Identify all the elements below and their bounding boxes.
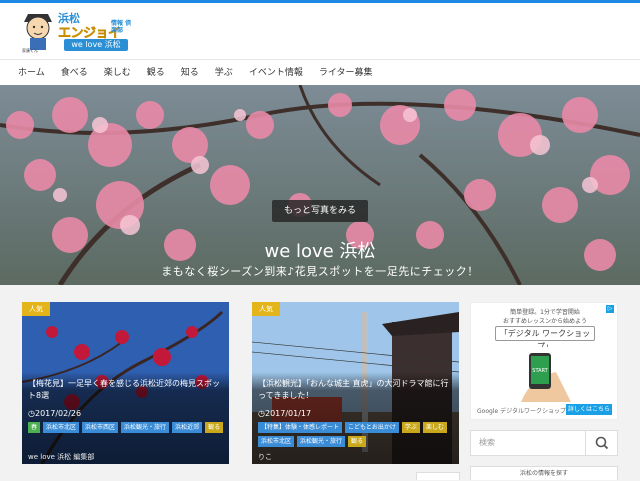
tag-link[interactable]: 浜松観光・旅行 bbox=[297, 436, 346, 447]
tag-list: 【特集】体験・体感レポート こどもとお出かけ 学ぶ 楽しむ 浜松市北区 浜松観光… bbox=[258, 422, 456, 447]
hero-banner: we love 浜松 まもなく桜シーズン到来♪花見スポットを一足先にチェック！ bbox=[0, 85, 640, 285]
tag-link[interactable]: 浜松市北区 bbox=[258, 436, 295, 447]
tag-link[interactable]: 浜松近郊 bbox=[172, 422, 203, 433]
site-logo[interactable]: 家康くん 浜松 エンジョイ 情報 倶楽部 we love 浜松 bbox=[18, 8, 133, 54]
tag-link[interactable]: こどもとお出かけ bbox=[345, 422, 399, 433]
search-box: 検索 bbox=[470, 430, 618, 456]
tag-link[interactable]: 浜松市西区 bbox=[82, 422, 119, 433]
site-header: 家康くん 浜松 エンジョイ 情報 倶楽部 we love 浜松 bbox=[0, 3, 640, 59]
ad-line-1: 簡単登録。1分で学習開始 bbox=[510, 309, 580, 316]
ad-detail-button[interactable]: 詳しくはこちら bbox=[566, 404, 612, 415]
article-title[interactable]: 【梅花見】一足早く春を感じる浜松近郊の梅見スポット8選 bbox=[28, 378, 224, 402]
sidebar-ad[interactable]: ▷ 簡単登録。1分で学習開始 おすすめレッスンから始めよう 「デジタル ワークシ… bbox=[470, 302, 618, 420]
clock-icon: ◷ bbox=[258, 409, 265, 418]
tag-link[interactable]: 浜松市北区 bbox=[43, 422, 80, 433]
tag-link[interactable]: 学ぶ bbox=[401, 422, 420, 433]
ad-title-button[interactable]: 「デジタル ワークショップ」 bbox=[495, 326, 595, 351]
mascot-logo-icon: 家康くん bbox=[22, 14, 52, 53]
article-date: ◷2017/02/26 bbox=[28, 409, 81, 418]
nav-item-know[interactable]: 知る bbox=[181, 60, 199, 86]
article-author: we love 浜松 編集部 bbox=[28, 453, 95, 461]
svg-text:家康くん: 家康くん bbox=[22, 47, 38, 53]
article-title[interactable]: 【浜松観光】「おんな城主 直虎」の大河ドラマ館に行ってきました！ bbox=[258, 378, 454, 402]
ad-phone-text: START bbox=[532, 368, 548, 374]
article-date-value: 2017/01/17 bbox=[264, 409, 312, 418]
article-author: りこ bbox=[258, 453, 272, 461]
search-icon bbox=[595, 436, 609, 450]
nav-item-eat[interactable]: 食べる bbox=[61, 60, 88, 86]
phone-hand-illustration-icon: START bbox=[511, 347, 581, 402]
nav-item-learn[interactable]: 学ぶ bbox=[215, 60, 233, 86]
nav-item-see[interactable]: 観る bbox=[147, 60, 165, 86]
article-date: ◷2017/01/17 bbox=[258, 409, 311, 418]
tag-link[interactable]: 観る bbox=[348, 436, 367, 447]
popular-badge: 人気 bbox=[252, 302, 280, 316]
hero-title: we love 浜松 bbox=[264, 241, 376, 262]
ad-line-2: おすすめレッスンから始めよう bbox=[502, 318, 587, 325]
article-card[interactable]: 人気 【浜松観光】「おんな城主 直虎」の大河ドラマ館に行ってきました！ ◷201… bbox=[252, 302, 459, 464]
nav-item-home[interactable]: ホーム bbox=[18, 60, 45, 86]
popular-badge: 人気 bbox=[22, 302, 50, 316]
nav-item-writers[interactable]: ライター募集 bbox=[319, 60, 373, 86]
ad-advertiser: Google デジタルワークショップ bbox=[477, 408, 566, 415]
logo-tagline: we love 浜松 bbox=[64, 39, 128, 51]
tag-link[interactable]: 春 bbox=[28, 422, 41, 433]
nav-item-enjoy[interactable]: 楽しむ bbox=[104, 60, 131, 86]
nav-item-events[interactable]: イベント情報 bbox=[249, 60, 303, 86]
main-nav: ホーム 食べる 楽しむ 観る 知る 学ぶ イベント情報 ライター募集 bbox=[0, 59, 640, 85]
tag-link[interactable]: 楽しむ bbox=[422, 422, 447, 433]
more-photos-button[interactable]: もっと写真をみる bbox=[272, 200, 368, 222]
tag-link[interactable]: 観る bbox=[205, 422, 224, 433]
search-button[interactable] bbox=[585, 431, 617, 455]
article-card[interactable]: 人気 【梅花見】一足早く春を感じる浜松近郊の梅見スポット8選 ◷2017/02/… bbox=[22, 302, 229, 464]
article-date-value: 2017/02/26 bbox=[34, 409, 82, 418]
tag-link[interactable]: 【特集】体験・体感レポート bbox=[258, 422, 343, 433]
tag-list: 春 浜松市北区 浜松市西区 浜松観光・旅行 浜松近郊 観る bbox=[28, 422, 226, 433]
logo-side-text: 情報 倶楽部 bbox=[111, 20, 132, 34]
pagination[interactable] bbox=[416, 472, 460, 480]
clock-icon: ◷ bbox=[28, 409, 35, 418]
hero-subtitle: まもなく桜シーズン到来♪花見スポットを一足先にチェック！ bbox=[161, 265, 479, 278]
tag-link[interactable]: 浜松観光・旅行 bbox=[121, 422, 170, 433]
search-input[interactable]: 検索 bbox=[471, 431, 585, 455]
sidebar-widget-title: 浜松の情報を探す bbox=[470, 466, 618, 480]
